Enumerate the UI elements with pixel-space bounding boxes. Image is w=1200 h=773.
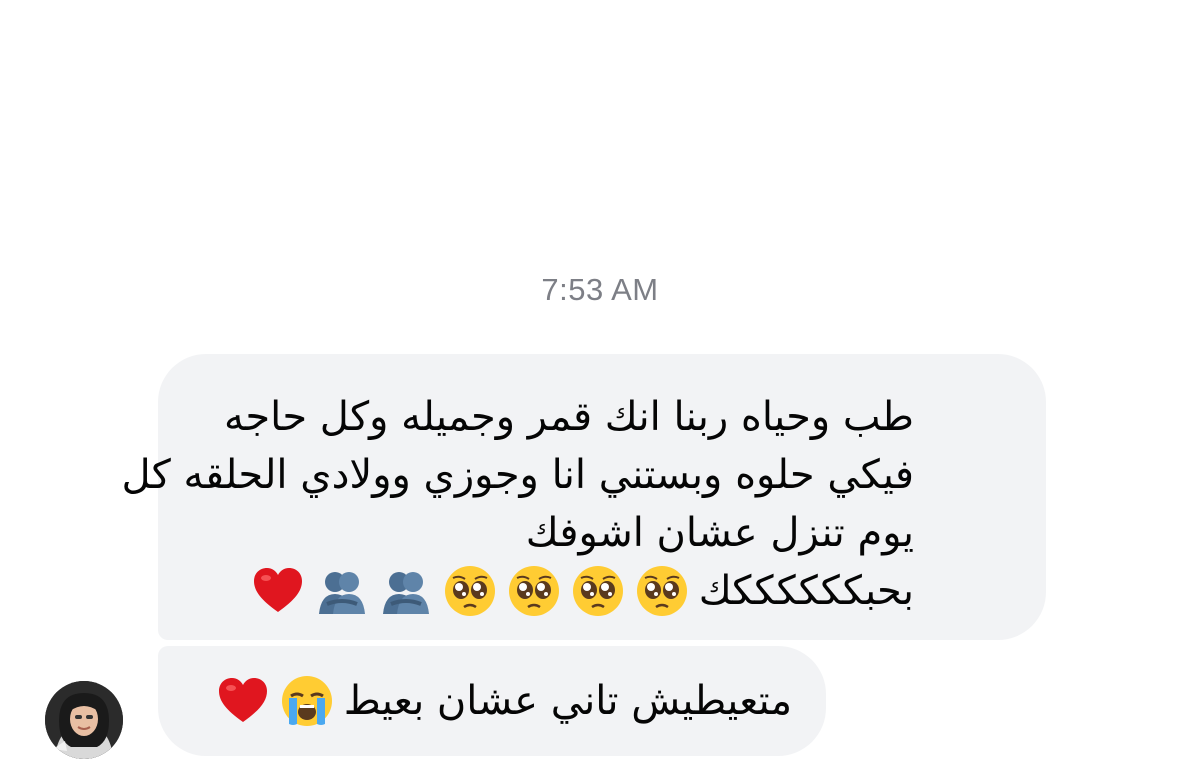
chat-screen: 7:53 AM طب وحياه ربنا انك قمر وجميله وكل…	[0, 0, 1200, 773]
emoji-row	[206, 674, 334, 728]
pleading-face-icon	[443, 564, 497, 618]
loudly-crying-face-icon	[280, 674, 334, 728]
people-hugging-icon	[379, 564, 433, 618]
red-heart-icon	[251, 564, 305, 618]
pleading-face-icon	[571, 564, 625, 618]
message-line: طب وحياه ربنا انك قمر وجميله وكل حاجه	[223, 394, 914, 440]
avatar[interactable]	[45, 681, 123, 759]
message-line: يوم تنزل عشان اشوفك	[525, 510, 914, 556]
message-text: بحبككككككك	[698, 568, 914, 614]
emoji-row	[241, 564, 689, 618]
message-line: فيكي حلوه وبستني انا وجوزي وولادي الحلقه…	[121, 452, 914, 498]
pleading-face-icon	[507, 564, 561, 618]
message-timestamp: 7:53 AM	[541, 272, 659, 307]
people-hugging-icon	[315, 564, 369, 618]
message-line-with-emojis: بحبككككككك	[192, 562, 914, 620]
avatar-photo-icon	[45, 681, 123, 759]
message-text: متعيطيش تاني عشان بعيط	[343, 678, 792, 724]
pleading-face-icon	[635, 564, 689, 618]
message-bubble[interactable]: متعيطيش تاني عشان بعيط	[158, 646, 826, 756]
red-heart-icon	[216, 674, 270, 728]
message-line-with-emojis: متعيطيش تاني عشان بعيط	[206, 672, 792, 730]
message-bubble[interactable]: طب وحياه ربنا انك قمر وجميله وكل حاجه في…	[121, 354, 1046, 640]
